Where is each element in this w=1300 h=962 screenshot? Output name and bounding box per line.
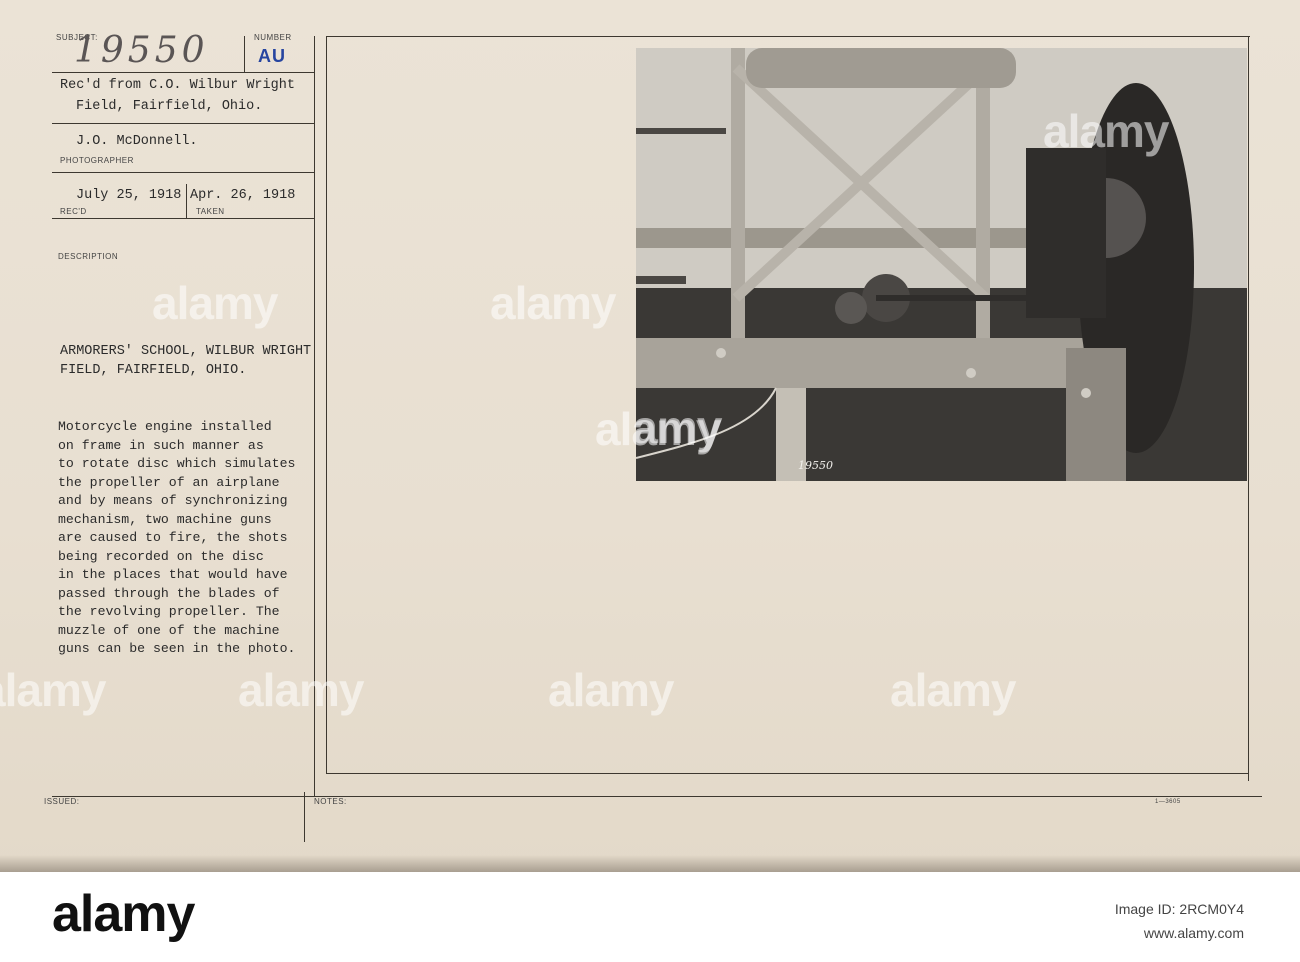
watermark-3: alamy <box>595 403 721 455</box>
title-line-2: FIELD, FAIRFIELD, OHIO. <box>60 363 247 378</box>
received-date-label: REC'D <box>60 207 87 216</box>
left-column-rule-lower <box>304 792 305 842</box>
footer-logo[interactable]: alamy <box>52 884 195 944</box>
form-code: 1—3605 <box>1155 799 1181 805</box>
watermark-5: alamy <box>548 664 674 716</box>
taken-date-label: TAKEN <box>196 207 225 216</box>
number-stamp: AU <box>258 46 286 66</box>
title-line-1: ARMORERS' SCHOOL, WILBUR WRIGHT <box>60 344 312 359</box>
received-from-line-1: Rec'd from C.O. Wilbur Wright <box>60 78 295 93</box>
photographer-name: J.O. McDonnell. <box>76 134 198 149</box>
taken-date: Apr. 26, 1918 <box>190 188 296 203</box>
rule-dates <box>52 218 314 219</box>
watermark-photo-1: alamy <box>1043 105 1169 157</box>
issued-label: ISSUED: <box>44 797 80 806</box>
footer-image-info: Image ID: 2RCM0Y4 www.alamy.com <box>1115 897 1244 945</box>
watermark-4: alamy <box>238 664 364 716</box>
frame-top <box>326 36 1250 37</box>
photograph: 19550 alamy alamy <box>636 48 1247 481</box>
number-divider <box>244 36 245 72</box>
card-shadow <box>0 855 1300 872</box>
watermark-7: alamy <box>0 664 106 716</box>
rule-top <box>52 72 314 73</box>
rule-notes <box>52 796 1262 797</box>
rule-received <box>52 123 314 124</box>
rule-photographer <box>52 172 314 173</box>
received-from-line-2: Field, Fairfield, Ohio. <box>76 99 263 114</box>
description-text: Motorcycle engine installed on frame in … <box>58 419 296 656</box>
subject-number: 19550 <box>74 30 209 71</box>
date-divider <box>186 184 187 218</box>
archive-card: SUBJECT: NUMBER 19550 AU Rec'd from C.O.… <box>0 0 1300 872</box>
site-url[interactable]: www.alamy.com <box>1115 921 1244 945</box>
frame-bottom <box>326 773 1248 774</box>
watermark-2: alamy <box>490 277 616 329</box>
notes-label: NOTES: <box>314 797 347 806</box>
image-id: Image ID: 2RCM0Y4 <box>1114 901 1244 917</box>
received-date: July 25, 1918 <box>76 188 182 203</box>
number-label: NUMBER <box>254 33 292 42</box>
description-label: DESCRIPTION <box>58 252 119 261</box>
frame-right <box>1248 36 1249 781</box>
footer-bar <box>0 872 1300 962</box>
watermark-1: alamy <box>152 277 278 329</box>
watermark-6: alamy <box>890 664 1016 716</box>
photographer-label: PHOTOGRAPHER <box>60 156 134 165</box>
photo-caption: 19550 <box>798 459 833 472</box>
